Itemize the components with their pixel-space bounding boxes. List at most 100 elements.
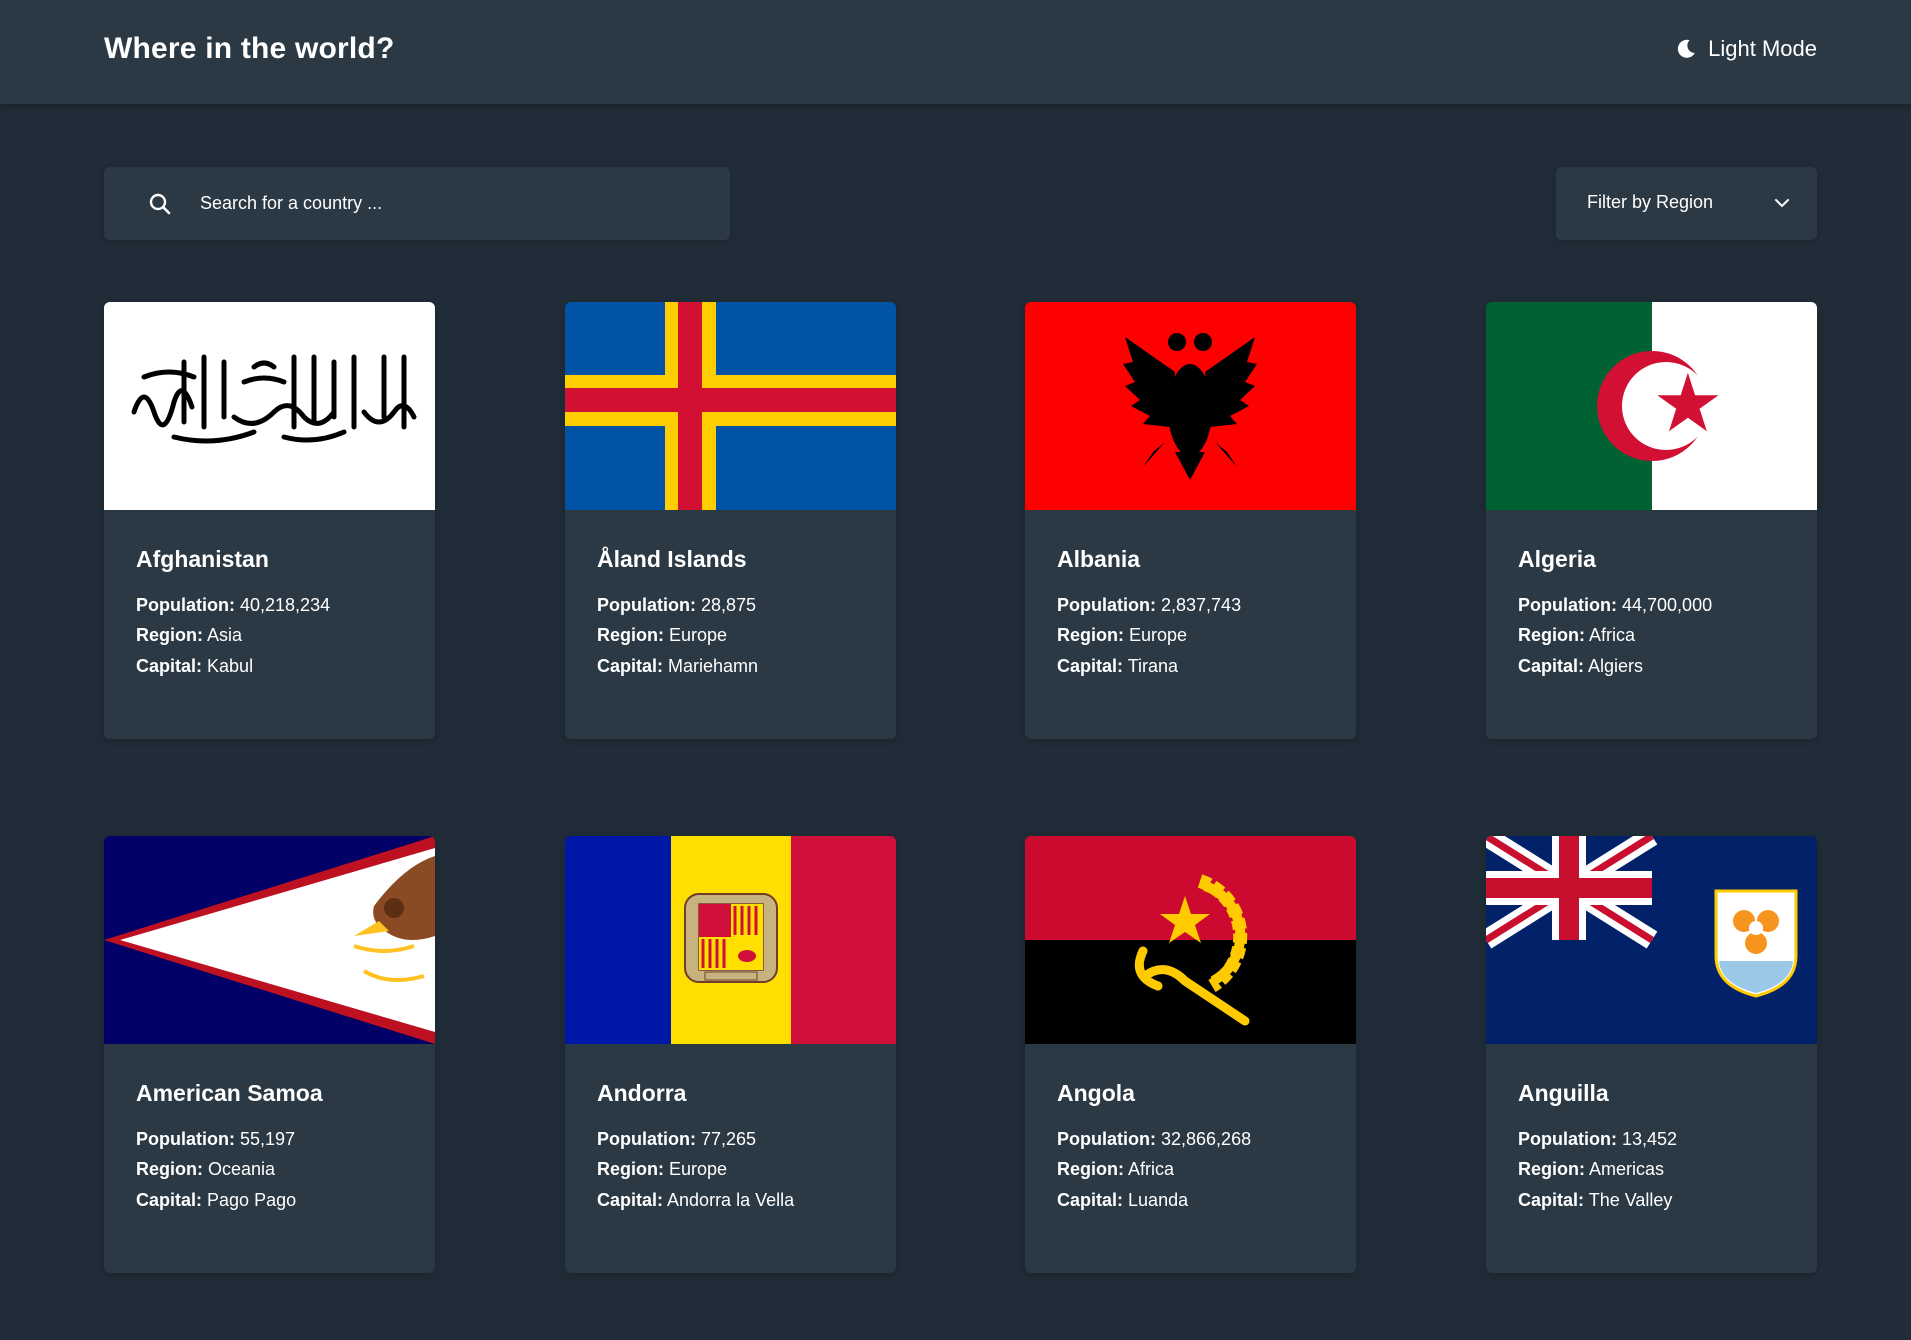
region-row: Region: Africa (1518, 625, 1635, 646)
region-label: Region: (597, 1159, 664, 1179)
country-card-albania[interactable]: Albania Population: 2,837,743 Region: Eu… (1025, 302, 1356, 739)
population-value: 2,837,743 (1161, 595, 1242, 615)
population-row: Population: 13,452 (1518, 1129, 1677, 1150)
population-row: Population: 77,265 (597, 1129, 756, 1150)
region-value: Europe (669, 625, 728, 645)
capital-label: Capital: (1057, 656, 1124, 676)
population-value: 44,700,000 (1622, 595, 1713, 615)
region-row: Region: Asia (136, 625, 242, 646)
country-name: American Samoa (136, 1080, 323, 1106)
population-value: 32,866,268 (1161, 1129, 1252, 1149)
region-row: Region: Oceania (136, 1159, 275, 1180)
capital-label: Capital: (1518, 1190, 1585, 1210)
population-label: Population: (597, 1129, 696, 1149)
search-input[interactable] (200, 167, 700, 240)
population-value: 13,452 (1622, 1129, 1678, 1149)
flag-image-angola (1025, 836, 1356, 1044)
capital-value: Mariehamn (668, 656, 759, 676)
flag-algeria (1486, 302, 1817, 510)
population-row: Population: 32,866,268 (1057, 1129, 1251, 1150)
capital-value: Algiers (1588, 656, 1644, 676)
flag-image-american-samoa (104, 836, 435, 1044)
app-title: Where in the world? (104, 32, 395, 65)
population-value: 55,197 (240, 1129, 296, 1149)
population-label: Population: (136, 595, 235, 615)
country-name: Andorra (597, 1080, 687, 1106)
region-value: Europe (669, 1159, 728, 1179)
region-filter-dropdown[interactable]: Filter by Region (1556, 167, 1817, 240)
flag-image-andorra (565, 836, 896, 1044)
capital-row: Capital: Pago Pago (136, 1190, 296, 1211)
region-label: Region: (136, 1159, 203, 1179)
moon-icon (1677, 39, 1695, 58)
capital-row: Capital: The Valley (1518, 1190, 1672, 1211)
flag-image-afghanistan (104, 302, 435, 510)
country-card-andorra[interactable]: Andorra Population: 77,265 Region: Europ… (565, 836, 896, 1273)
country-name: Albania (1057, 546, 1141, 572)
region-label: Region: (1518, 625, 1585, 645)
theme-toggle-label: Light Mode (1708, 36, 1817, 61)
search-icon (149, 193, 171, 215)
capital-value: Pago Pago (207, 1190, 297, 1210)
capital-label: Capital: (136, 656, 203, 676)
capital-value: Andorra la Vella (667, 1190, 795, 1210)
region-value: Oceania (208, 1159, 276, 1179)
region-filter-label: Filter by Region (1587, 192, 1714, 212)
capital-value: Luanda (1128, 1190, 1189, 1210)
country-card-american-samoa[interactable]: American Samoa Population: 55,197 Region… (104, 836, 435, 1273)
population-value: 28,875 (701, 595, 757, 615)
flag-aland-islands (565, 302, 896, 510)
region-row: Region: Europe (597, 1159, 727, 1180)
capital-label: Capital: (136, 1190, 203, 1210)
population-value: 40,218,234 (240, 595, 331, 615)
capital-label: Capital: (597, 1190, 664, 1210)
theme-toggle-button[interactable]: Light Mode (1674, 36, 1817, 62)
flag-afghanistan (104, 302, 435, 510)
capital-value: The Valley (1588, 1190, 1673, 1210)
population-row: Population: 40,218,234 (136, 595, 330, 616)
region-value: Americas (1589, 1159, 1665, 1179)
capital-label: Capital: (1057, 1190, 1124, 1210)
search-box[interactable] (104, 167, 730, 240)
capital-row: Capital: Tirana (1057, 656, 1178, 677)
region-label: Region: (1518, 1159, 1585, 1179)
region-label: Region: (597, 625, 664, 645)
population-label: Population: (1518, 1129, 1617, 1149)
capital-row: Capital: Mariehamn (597, 656, 758, 677)
flag-anguilla (1486, 836, 1817, 1044)
country-card-algeria[interactable]: Algeria Population: 44,700,000 Region: A… (1486, 302, 1817, 739)
capital-row: Capital: Luanda (1057, 1190, 1188, 1211)
capital-label: Capital: (597, 656, 664, 676)
country-card-anguilla[interactable]: Anguilla Population: 13,452 Region: Amer… (1486, 836, 1817, 1273)
region-row: Region: Europe (1057, 625, 1187, 646)
country-name: Anguilla (1518, 1080, 1609, 1106)
region-row: Region: Europe (597, 625, 727, 646)
region-row: Region: Americas (1518, 1159, 1664, 1180)
region-value: Europe (1129, 625, 1188, 645)
capital-row: Capital: Kabul (136, 656, 253, 677)
population-label: Population: (1518, 595, 1617, 615)
chevron-down-icon (1775, 199, 1789, 207)
population-label: Population: (1057, 595, 1156, 615)
capital-value: Tirana (1127, 656, 1179, 676)
population-row: Population: 28,875 (597, 595, 756, 616)
flag-image-albania (1025, 302, 1356, 510)
population-label: Population: (1057, 1129, 1156, 1149)
capital-label: Capital: (1518, 656, 1585, 676)
population-row: Population: 44,700,000 (1518, 595, 1712, 616)
country-name: Angola (1057, 1080, 1135, 1106)
country-card-angola[interactable]: Angola Population: 32,866,268 Region: Af… (1025, 836, 1356, 1273)
flag-american-samoa (104, 836, 435, 1044)
population-label: Population: (597, 595, 696, 615)
app-header: Where in the world? Light Mode (0, 0, 1911, 104)
region-row: Region: Africa (1057, 1159, 1174, 1180)
flag-image-anguilla (1486, 836, 1817, 1044)
country-card-aland-islands[interactable]: Åland Islands Population: 28,875 Region:… (565, 302, 896, 739)
flag-image-aland-islands (565, 302, 896, 510)
population-label: Population: (136, 1129, 235, 1149)
capital-value: Kabul (207, 656, 254, 676)
country-card-afghanistan[interactable]: Afghanistan Population: 40,218,234 Regio… (104, 302, 435, 739)
flag-andorra (565, 836, 896, 1044)
flag-image-algeria (1486, 302, 1817, 510)
region-label: Region: (1057, 1159, 1124, 1179)
